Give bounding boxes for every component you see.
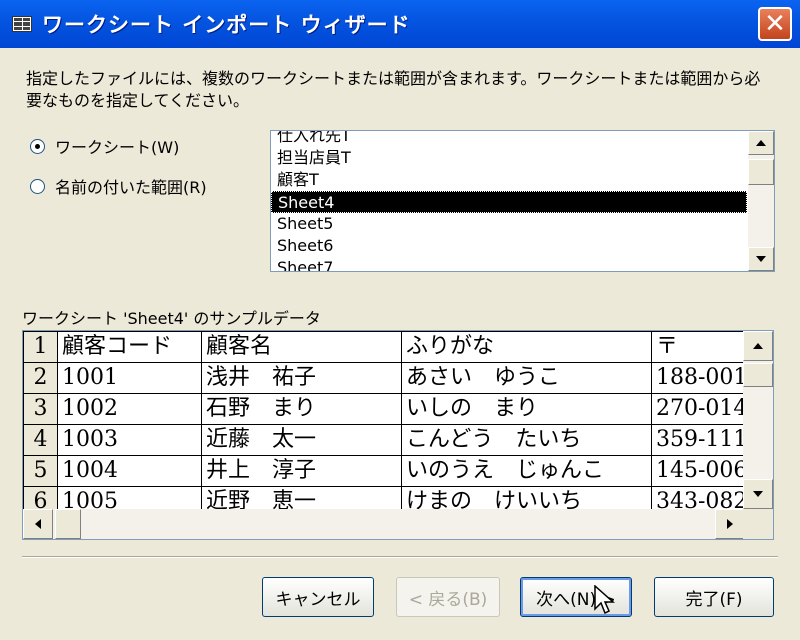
worksheet-option-label: ワークシート(W) <box>55 138 180 157</box>
sample-data-grid[interactable]: 1 顧客コード 顧客名 ふりがな 〒 2 1001 浅井 祐子 あさい ゆうこ … <box>22 330 774 540</box>
table-cell: 188-001 <box>650 362 753 394</box>
named-range-option-label: 名前の付いた範囲(R) <box>55 178 207 197</box>
table-cell: 顧客名 <box>201 331 402 363</box>
table-cell: 145-006 <box>650 455 753 487</box>
list-item[interactable]: Sheet6 <box>271 235 747 257</box>
table-cell: ふりがな <box>401 331 652 363</box>
arrow-down-icon <box>756 256 766 262</box>
title-bar[interactable]: ワークシート インポート ウィザード ✕ <box>0 0 800 48</box>
row-number: 1 <box>23 331 58 363</box>
arrow-right-icon <box>727 519 733 529</box>
row-number: 4 <box>23 424 58 456</box>
arrow-down-icon <box>753 491 763 497</box>
table-cell: 石野 まり <box>201 393 402 425</box>
list-item[interactable]: 顧客T <box>271 169 747 191</box>
grid-scroll-down-button[interactable] <box>743 479 773 509</box>
grid-scroll-left-button[interactable] <box>23 509 53 539</box>
window-title: ワークシート インポート ウィザード <box>42 13 411 37</box>
table-cell: 270-014 <box>650 393 753 425</box>
table-cell: 近藤 太一 <box>201 424 402 456</box>
table-cell: いしの まり <box>401 393 652 425</box>
arrow-left-icon <box>35 519 41 529</box>
table-row: 4 1003 近藤 太一 こんどう たいち 359-111 <box>23 424 753 456</box>
row-number: 2 <box>23 362 58 394</box>
table-row: 5 1004 井上 淳子 いのうえ じゅんこ 145-006 <box>23 455 753 487</box>
back-button[interactable]: < 戻る(B) <box>396 577 500 617</box>
table-row: 2 1001 浅井 祐子 あさい ゆうこ 188-001 <box>23 362 753 394</box>
table-cell: 井上 淳子 <box>201 455 402 487</box>
table-cell: 1004 <box>57 455 202 487</box>
table-cell: こんどう たいち <box>401 424 652 456</box>
table-row: 3 1002 石野 まり いしの まり 270-014 <box>23 393 753 425</box>
named-range-radio[interactable] <box>30 178 45 194</box>
table-cell: いのうえ じゅんこ <box>401 455 652 487</box>
grid-vertical-scrollbar[interactable] <box>743 331 773 509</box>
scroll-down-button[interactable] <box>748 247 774 271</box>
scroll-up-button[interactable] <box>748 131 774 155</box>
list-item[interactable]: Sheet7 <box>271 257 747 271</box>
scroll-thumb[interactable] <box>748 159 774 185</box>
arrow-up-icon <box>753 343 763 349</box>
row-number: 3 <box>23 393 58 425</box>
grid-hscroll-thumb[interactable] <box>55 509 81 539</box>
row-number: 5 <box>23 455 58 487</box>
table-row: 1 顧客コード 顧客名 ふりがな 〒 <box>23 331 753 363</box>
sheet-list[interactable]: 仕入れ先T 担当店員T 顧客T Sheet4 Sheet5 Sheet6 She… <box>270 130 775 272</box>
named-range-option[interactable]: 名前の付いた範囲(R) <box>30 174 207 198</box>
table-cell: 359-111 <box>650 424 753 456</box>
table-cell: 〒 <box>650 331 753 363</box>
divider <box>22 556 778 558</box>
close-button[interactable]: ✕ <box>758 7 792 41</box>
table-cell: 1002 <box>57 393 202 425</box>
table-cell: 1003 <box>57 424 202 456</box>
table-cell: あさい ゆうこ <box>401 362 652 394</box>
table-cell: 浅井 祐子 <box>201 362 402 394</box>
worksheet-option[interactable]: ワークシート(W) <box>30 134 179 158</box>
list-item[interactable]: Sheet5 <box>271 213 747 235</box>
arrow-up-icon <box>756 140 766 146</box>
mouse-cursor-icon <box>594 585 615 615</box>
cancel-button[interactable]: キャンセル <box>262 577 374 617</box>
sample-data-label: ワークシート 'Sheet4' のサンプルデータ <box>22 309 321 328</box>
sheet-list-scrollbar[interactable] <box>748 131 774 271</box>
grid-horizontal-scrollbar[interactable] <box>23 509 745 539</box>
instruction-text: 指定したファイルには、複数のワークシートまたは範囲が含まれます。ワークシートまた… <box>26 69 761 110</box>
scrollbar-corner <box>743 509 773 539</box>
table-app-icon <box>12 16 32 32</box>
table-cell: 1001 <box>57 362 202 394</box>
list-item[interactable]: 担当店員T <box>271 147 747 169</box>
grid-scroll-up-button[interactable] <box>743 331 773 361</box>
list-item-selected[interactable]: Sheet4 <box>271 191 747 213</box>
list-item[interactable]: 仕入れ先T <box>271 131 747 147</box>
grid-scroll-right-button[interactable] <box>715 509 745 539</box>
grid-scroll-thumb[interactable] <box>743 363 773 387</box>
finish-button[interactable]: 完了(F) <box>654 577 774 617</box>
table-cell: 顧客コード <box>57 331 202 363</box>
worksheet-radio[interactable] <box>30 138 45 154</box>
